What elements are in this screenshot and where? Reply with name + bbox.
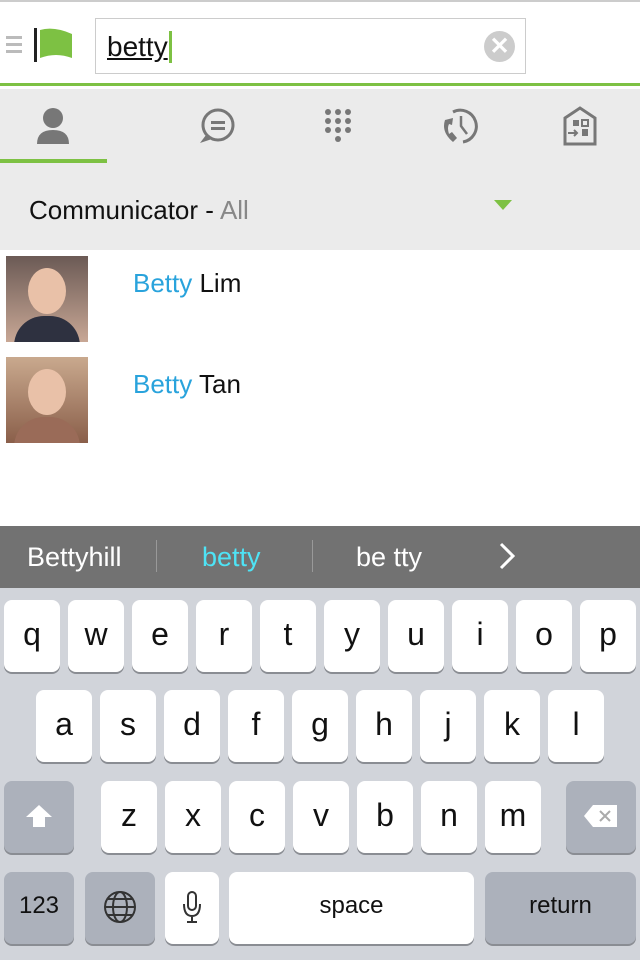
name-match: Betty [133, 268, 193, 298]
transfer-icon [563, 106, 596, 146]
return-key[interactable]: return [485, 872, 636, 944]
key-z[interactable]: z [101, 781, 157, 853]
name-rest: Lim [192, 268, 242, 298]
contact-row[interactable]: Betty Tan [0, 357, 640, 447]
shift-icon [26, 805, 52, 827]
suggestion[interactable]: Bettyhill [27, 542, 122, 573]
key-i[interactable]: i [452, 600, 508, 672]
dialpad-icon [324, 109, 351, 142]
flag-logo-icon [34, 28, 72, 62]
call-history-icon [443, 108, 478, 144]
suggestion[interactable]: be tty [356, 542, 422, 573]
chat-icon [199, 108, 234, 143]
name-match: Betty [133, 369, 193, 399]
suggestion-selected[interactable]: betty [202, 542, 261, 573]
key-v[interactable]: v [293, 781, 349, 853]
tab-chat[interactable] [156, 89, 277, 163]
key-q[interactable]: q [4, 600, 60, 672]
avatar [6, 357, 88, 443]
filter-label: Communicator - [29, 195, 214, 225]
key-n[interactable]: n [421, 781, 477, 853]
key-g[interactable]: g [292, 690, 348, 762]
delete-key[interactable] [566, 781, 636, 853]
contact-icon [37, 108, 69, 144]
directory-filter-dropdown[interactable]: Communicator - All [0, 163, 640, 250]
key-b[interactable]: b [357, 781, 413, 853]
key-w[interactable]: w [68, 600, 124, 672]
backspace-icon [584, 805, 617, 827]
dictation-key[interactable] [165, 872, 219, 944]
globe-icon [104, 891, 136, 923]
search-value[interactable]: betty [107, 31, 172, 63]
contact-row[interactable]: Betty Lim [0, 256, 640, 346]
key-a[interactable]: a [36, 690, 92, 762]
key-s[interactable]: s [100, 690, 156, 762]
app-header: betty ✕ [0, 0, 640, 86]
keyboard-suggestions: Bettyhill betty be tty [0, 526, 640, 588]
microphone-icon [183, 891, 201, 923]
shift-key[interactable] [4, 781, 74, 853]
key-k[interactable]: k [484, 690, 540, 762]
keyboard: 123 space return qwertyuiop asdfghjkl zxcv… [0, 588, 640, 960]
key-d[interactable]: d [164, 690, 220, 762]
key-l[interactable]: l [548, 690, 604, 762]
key-o[interactable]: o [516, 600, 572, 672]
numbers-key[interactable]: 123 [4, 872, 74, 944]
key-e[interactable]: e [132, 600, 188, 672]
chevron-right-icon[interactable] [498, 542, 516, 570]
key-c[interactable]: c [229, 781, 285, 853]
name-rest: Tan [192, 369, 241, 399]
clear-search-icon[interactable]: ✕ [484, 31, 515, 62]
key-m[interactable]: m [485, 781, 541, 853]
key-p[interactable]: p [580, 600, 636, 672]
tab-dialpad[interactable] [277, 89, 398, 163]
tab-transfer[interactable] [519, 89, 640, 163]
key-j[interactable]: j [420, 690, 476, 762]
tab-contacts[interactable] [0, 89, 156, 163]
key-u[interactable]: u [388, 600, 444, 672]
avatar [6, 256, 88, 342]
space-key[interactable]: space [229, 872, 474, 944]
key-x[interactable]: x [165, 781, 221, 853]
key-h[interactable]: h [356, 690, 412, 762]
tab-call-history[interactable] [398, 89, 519, 163]
key-y[interactable]: y [324, 600, 380, 672]
search-input[interactable]: betty ✕ [95, 18, 526, 74]
filter-value: All [219, 195, 249, 225]
key-f[interactable]: f [228, 690, 284, 762]
dropdown-arrow-icon[interactable] [494, 200, 512, 210]
globe-key[interactable] [85, 872, 155, 944]
tab-bar [0, 89, 640, 163]
menu-icon[interactable] [6, 36, 22, 57]
key-t[interactable]: t [260, 600, 316, 672]
key-r[interactable]: r [196, 600, 252, 672]
